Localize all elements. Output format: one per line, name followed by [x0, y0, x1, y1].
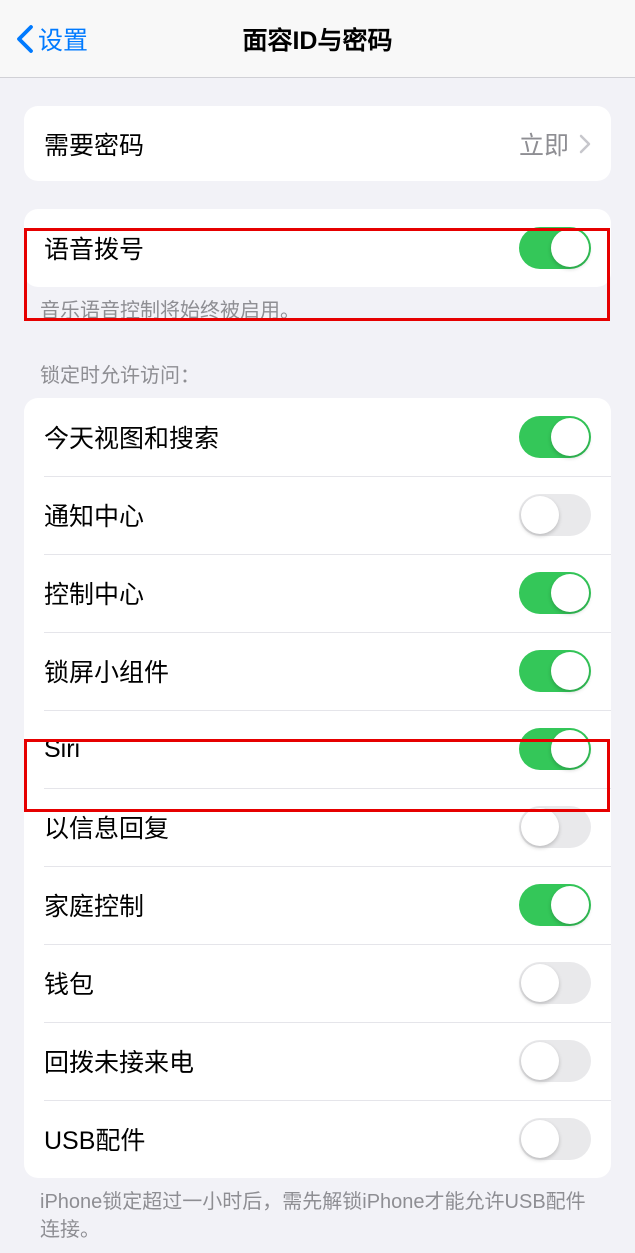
row-label: 锁屏小组件	[44, 653, 169, 689]
chevron-left-icon	[16, 24, 34, 54]
toggle-lock-item[interactable]	[519, 494, 591, 536]
group-passcode: 需要密码 立即	[0, 106, 635, 181]
row-label: 需要密码	[44, 126, 144, 162]
lock-access-list: 今天视图和搜索通知中心控制中心锁屏小组件 Siri 以信息回复家庭控制钱包回拨未接来…	[24, 398, 611, 1178]
footer-lock-access: iPhone锁定超过一小时后，需先解锁iPhone才能允许USB配件连接。	[0, 1178, 635, 1244]
row-lock-item: 通知中心	[24, 476, 611, 554]
toggle-lock-item[interactable]	[519, 416, 591, 458]
row-lock-item: 家庭控制	[24, 866, 611, 944]
toggle-lock-item[interactable]	[519, 1040, 591, 1082]
row-lock-item: 锁屏小组件	[24, 632, 611, 710]
toggle-voice-dial[interactable]	[519, 227, 591, 269]
row-label: USB配件	[44, 1121, 145, 1157]
row-lock-item: 钱包	[24, 944, 611, 1022]
row-lock-item: 以信息回复	[24, 788, 611, 866]
toggle-knob	[551, 574, 589, 612]
row-lock-item: 回拨未接来电	[24, 1022, 611, 1100]
row-label: 语音拨号	[44, 230, 144, 266]
chevron-right-icon	[579, 134, 591, 154]
row-lock-item: 控制中心	[24, 554, 611, 632]
row-label: 控制中心	[44, 575, 144, 611]
toggle-lock-item[interactable]	[519, 572, 591, 614]
header: 设置 面容ID与密码	[0, 0, 635, 78]
toggle-lock-item[interactable]	[519, 728, 591, 770]
toggle-knob	[521, 1120, 559, 1158]
row-value: 立即	[519, 126, 591, 162]
toggle-knob	[551, 229, 589, 267]
toggle-knob	[521, 808, 559, 846]
value-text: 立即	[519, 126, 569, 162]
row-label: 回拨未接来电	[44, 1043, 194, 1079]
row-lock-item: 今天视图和搜索	[24, 398, 611, 476]
section-header-lock: 锁定时允许访问：	[0, 359, 635, 398]
footer-voice-dial: 音乐语音控制将始终被启用。	[0, 287, 635, 325]
row-label: 家庭控制	[44, 887, 144, 923]
toggle-lock-item[interactable]	[519, 1118, 591, 1160]
toggle-lock-item[interactable]	[519, 962, 591, 1004]
row-voice-dial: 语音拨号	[24, 209, 611, 287]
toggle-knob	[551, 730, 589, 768]
toggle-lock-item[interactable]	[519, 650, 591, 692]
content: 需要密码 立即 语音拨号 音乐语音控制将始终被启用。 锁定时允许访问： 今天视图…	[0, 106, 635, 1244]
group-voice-dial: 语音拨号 音乐语音控制将始终被启用。	[0, 209, 635, 325]
toggle-knob	[521, 496, 559, 534]
row-label: 钱包	[44, 965, 94, 1001]
toggle-lock-item[interactable]	[519, 884, 591, 926]
toggle-knob	[551, 886, 589, 924]
row-label: 今天视图和搜索	[44, 419, 219, 455]
back-button[interactable]: 设置	[16, 21, 88, 57]
row-label: 以信息回复	[44, 809, 169, 845]
toggle-knob	[521, 1042, 559, 1080]
row-lock-item: USB配件	[24, 1100, 611, 1178]
row-label: Siri	[44, 735, 80, 764]
page-title: 面容ID与密码	[242, 21, 392, 57]
row-label: 通知中心	[44, 497, 144, 533]
toggle-knob	[521, 964, 559, 1002]
row-lock-item: Siri	[24, 710, 611, 788]
toggle-knob	[551, 652, 589, 690]
row-require-passcode[interactable]: 需要密码 立即	[24, 106, 611, 181]
toggle-lock-item[interactable]	[519, 806, 591, 848]
toggle-knob	[551, 418, 589, 456]
back-label: 设置	[38, 21, 88, 57]
